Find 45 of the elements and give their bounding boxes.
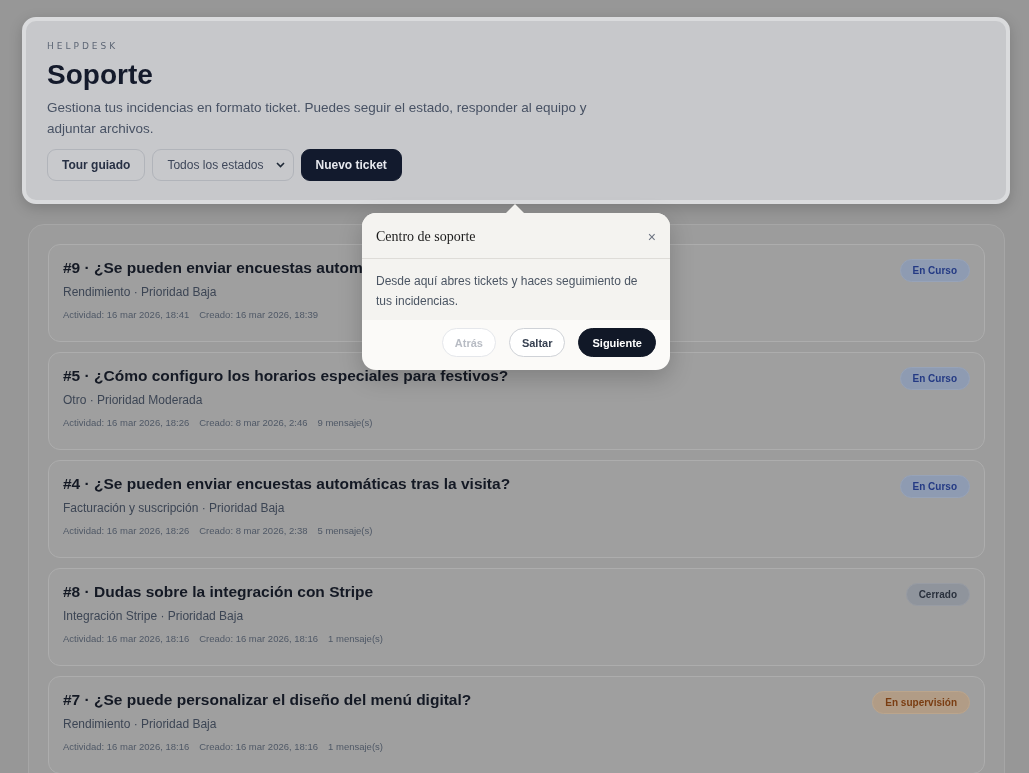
popover-title: Centro de soporte bbox=[376, 229, 476, 245]
activity-date: Actividad: 16 mar 2026, 18:16 bbox=[63, 741, 190, 752]
ticket-card[interactable]: #5 · ¿Cómo configuro los horarios especiales para festivos? Otro · Prioridad Moderada Actividad: 16 mar 2026, 18:26 Creado: 8 mar 2026, 2:46 9 mensaje(s) En Curso bbox=[48, 352, 985, 450]
ticket-category: Rendimiento · Prioridad Baja bbox=[63, 285, 218, 299]
status-badge: En Curso bbox=[899, 475, 970, 498]
activity-date: Actividad: 16 mar 2026, 18:41 bbox=[63, 309, 190, 320]
status-badge: En Curso bbox=[899, 259, 970, 282]
next-button[interactable]: Siguiente bbox=[578, 328, 656, 357]
ticket-title: #9 · ¿Se pueden enviar encuestas autom bbox=[63, 259, 363, 277]
status-badge: En supervisión bbox=[872, 691, 970, 714]
created-date: Creado: 16 mar 2026, 18:16 bbox=[199, 633, 319, 644]
ticket-title: #5 · ¿Cómo configuro los horarios especiales para festivos? bbox=[63, 367, 509, 385]
ticket-category: Otro · Prioridad Moderada bbox=[63, 393, 204, 407]
ticket-category: Integración Stripe · Prioridad Baja bbox=[63, 609, 245, 623]
created-date: Creado: 16 mar 2026, 18:16 bbox=[199, 741, 319, 752]
status-filter-select[interactable]: Todos los estados bbox=[152, 149, 294, 181]
eyebrow-label: HELPDESK bbox=[47, 41, 120, 51]
ticket-category: Facturación y suscripción · Prioridad Baja bbox=[63, 501, 286, 515]
ticket-category: Rendimiento · Prioridad Baja bbox=[63, 717, 218, 731]
created-date: Creado: 16 mar 2026, 18:39 bbox=[199, 309, 319, 320]
page-title: Soporte bbox=[47, 59, 154, 91]
created-date: Creado: 8 mar 2026, 2:46 bbox=[199, 417, 308, 428]
activity-date: Actividad: 16 mar 2026, 18:16 bbox=[63, 633, 190, 644]
message-count: 1 mensaje(s) bbox=[328, 633, 383, 644]
ticket-title: #7 · ¿Se puede personalizar el diseño del menú digital? bbox=[63, 691, 472, 709]
ticket-title: #4 · ¿Se pueden enviar encuestas automáticas tras la visita? bbox=[63, 475, 511, 493]
close-button[interactable]: × bbox=[647, 229, 656, 245]
popover-text: Desde aquí abres tickets y haces seguimiento de tus incidencias. bbox=[362, 259, 670, 320]
message-count: 9 mensaje(s) bbox=[317, 417, 373, 428]
ticket-card[interactable]: #4 · ¿Se pueden enviar encuestas automáticas tras la visita? Facturación y suscripción · Prioridad Baja Actividad: 16 mar 2026, 18:26 Creado: 8 mar 2026, 2:38 5 mensaje(s) En Curso bbox=[48, 460, 985, 558]
tour-nav-button[interactable]: Saltar bbox=[508, 328, 566, 357]
ticket-card[interactable]: #7 · ¿Se puede personalizar el diseño del menú digital? Rendimiento · Prioridad Baja Actividad: 16 mar 2026, 18:16 Creado: 16 mar 2026, 18:16 1 mensaje(s) En supervisión bbox=[48, 676, 985, 773]
ticket-card[interactable]: #8 · Dudas sobre la integración con Stripe Integración Stripe · Prioridad Baja Actividad: 16 mar 2026, 18:16 Creado: 16 mar 2026, 18:16 1 mensaje(s) Cerrado bbox=[48, 568, 985, 666]
tour-button[interactable]: Tour guiado bbox=[47, 149, 146, 181]
chevron-down-icon bbox=[275, 162, 285, 168]
activity-date: Actividad: 16 mar 2026, 18:26 bbox=[63, 525, 190, 536]
page-description: Gestiona tus incidencias en formato ticket. Puedes seguir el estado, responder al equipo y adjuntar archivos. bbox=[47, 99, 588, 138]
message-count: 1 mensaje(s) bbox=[328, 741, 383, 752]
new-ticket-button[interactable]: Nuevo ticket bbox=[300, 149, 402, 181]
ticket-title: #8 · Dudas sobre la integración con Stripe bbox=[63, 583, 375, 601]
message-count: 5 mensaje(s) bbox=[317, 525, 373, 536]
status-badge: En Curso bbox=[899, 367, 970, 390]
created-date: Creado: 8 mar 2026, 2:38 bbox=[199, 525, 308, 536]
activity-date: Actividad: 16 mar 2026, 18:26 bbox=[63, 417, 190, 428]
status-badge: Cerrado bbox=[905, 583, 970, 606]
